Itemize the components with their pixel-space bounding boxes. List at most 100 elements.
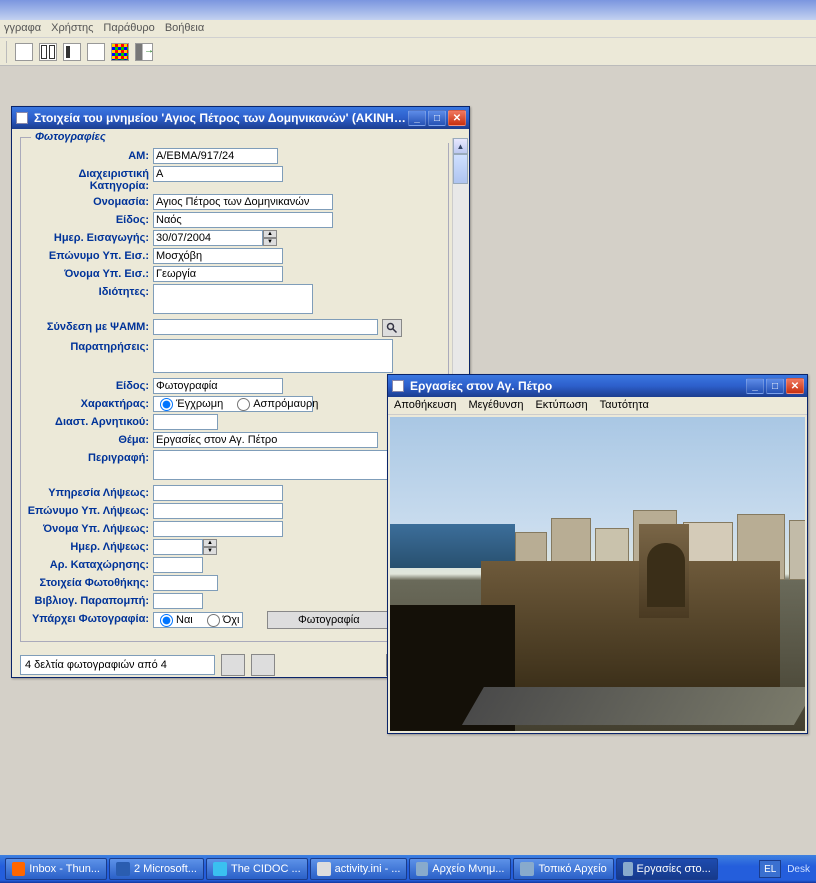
toolbar-color-grid-icon[interactable]: [111, 43, 129, 61]
radio-yes[interactable]: Ναι: [160, 614, 193, 627]
toolbar-exit-icon[interactable]: [135, 43, 153, 61]
close-button[interactable]: ✕: [448, 110, 466, 126]
radio-yes-input[interactable]: [160, 614, 173, 627]
radio-bw-input[interactable]: [237, 398, 250, 411]
menu-item[interactable]: Παράθυρο: [103, 22, 154, 35]
notes-field[interactable]: [153, 339, 393, 373]
toolbar-view-single-icon[interactable]: [15, 43, 33, 61]
language-indicator[interactable]: EL: [759, 860, 781, 878]
mdi-desktop: Στοιχεία του μνημείου 'Αγιος Πέτρος των …: [0, 66, 816, 855]
label-subject: Θέμα:: [25, 432, 153, 446]
taskbar-item[interactable]: activity.ini - ...: [310, 858, 408, 880]
date-in-field[interactable]: [153, 230, 263, 246]
menu-item[interactable]: Χρήστης: [51, 22, 93, 35]
label-date-in: Ημερ. Εισαγωγής:: [25, 230, 153, 244]
menu-item[interactable]: Βοήθεια: [165, 22, 204, 35]
viewer-titlebar[interactable]: Εργασίες στον Αγ. Πέτρο _ □ ✕: [388, 375, 807, 397]
nav-next-button[interactable]: [251, 654, 275, 676]
type1-field[interactable]: [153, 212, 333, 228]
minimize-button[interactable]: _: [746, 378, 764, 394]
name-field[interactable]: [153, 194, 333, 210]
label-photolib: Στοιχεία Φωτοθήκης:: [25, 575, 153, 589]
label-name: Ονομασία:: [25, 194, 153, 208]
surname-shot-field[interactable]: [153, 503, 283, 519]
taskbar-item-label: activity.ini - ...: [335, 863, 401, 875]
taskbar-item-label: 2 Microsoft...: [134, 863, 197, 875]
label-firstname-shot: Όνομα Υπ. Λήψεως:: [25, 521, 153, 535]
taskbar-item[interactable]: Αρχείο Μνημ...: [409, 858, 511, 880]
radio-bw[interactable]: Ασπρόμαυρη: [237, 398, 318, 411]
record-status-field: [20, 655, 215, 675]
firstname-shot-field[interactable]: [153, 521, 283, 537]
word-icon: [116, 862, 130, 876]
description-field[interactable]: [153, 450, 393, 480]
scroll-thumb[interactable]: [453, 154, 468, 184]
radio-color-label: Έγχρωμη: [176, 398, 223, 410]
regno-field[interactable]: [153, 557, 203, 573]
radio-no-input[interactable]: [207, 614, 220, 627]
label-type2: Είδος:: [25, 378, 153, 392]
taskbar-item[interactable]: Inbox - Thun...: [5, 858, 107, 880]
toolbar-view-list-icon[interactable]: [63, 43, 81, 61]
subject-field[interactable]: [153, 432, 378, 448]
photo-road: [462, 687, 805, 725]
psamm-field[interactable]: [153, 319, 378, 335]
viewer-menu-print[interactable]: Εκτύπωση: [535, 399, 587, 412]
photolib-field[interactable]: [153, 575, 218, 591]
service-field[interactable]: [153, 485, 283, 501]
date-shot-field[interactable]: [153, 539, 203, 555]
label-date-shot: Ημερ. Λήψεως:: [25, 539, 153, 553]
app-window-icon: [520, 862, 534, 876]
close-button[interactable]: ✕: [786, 378, 804, 394]
toolbar-view-form-icon[interactable]: [87, 43, 105, 61]
type2-field[interactable]: [153, 378, 283, 394]
radio-no-label: Όχι: [223, 614, 240, 626]
viewer-menu-save[interactable]: Αποθήκευση: [394, 399, 456, 412]
negative-dim-field[interactable]: [153, 414, 218, 430]
radio-color-input[interactable]: [160, 398, 173, 411]
owners-field[interactable]: [153, 284, 313, 314]
viewer-menu-zoom[interactable]: Μεγέθυνση: [468, 399, 523, 412]
scroll-up-arrow-icon[interactable]: ▲: [453, 138, 468, 154]
magnifier-icon: [386, 322, 398, 334]
maximize-button[interactable]: □: [428, 110, 446, 126]
label-description: Περιγραφή:: [25, 450, 153, 464]
label-firstname-in: Όνομα Υπ. Εισ.:: [25, 266, 153, 280]
taskbar-item[interactable]: The CIDOC ...: [206, 858, 308, 880]
window-icon: [16, 112, 28, 124]
radio-color[interactable]: Έγχρωμη: [160, 398, 223, 411]
taskbar-item[interactable]: Τοπικό Αρχείο: [513, 858, 613, 880]
record-window-titlebar[interactable]: Στοιχεία του μνημείου 'Αγιος Πέτρος των …: [12, 107, 469, 129]
photographs-fieldset: Φωτογραφίες ΑΜ: Διαχειριστική Κατηγορία:…: [20, 137, 449, 642]
radio-yes-label: Ναι: [176, 614, 193, 626]
maximize-button[interactable]: □: [766, 378, 784, 394]
window-title: Στοιχεία του μνημείου 'Αγιος Πέτρος των …: [34, 111, 408, 125]
biblio-field[interactable]: [153, 593, 203, 609]
label-surname-in: Επώνυμο Υπ. Εισ.:: [25, 248, 153, 262]
system-tray: EL Desk: [755, 855, 814, 883]
app-window-icon: [416, 862, 428, 876]
taskbar-item-label: Τοπικό Αρχείο: [538, 863, 606, 875]
psamm-lookup-button[interactable]: [382, 319, 402, 337]
photo-ruin-wall: [481, 561, 780, 693]
label-category: Διαχειριστική Κατηγορία:: [25, 166, 153, 192]
taskbar-item[interactable]: 2 Microsoft...: [109, 858, 204, 880]
minimize-button[interactable]: _: [408, 110, 426, 126]
label-regno: Αρ. Καταχώρησης:: [25, 557, 153, 571]
firstname-in-field[interactable]: [153, 266, 283, 282]
show-desktop[interactable]: Desk: [787, 864, 810, 875]
taskbar-item-active[interactable]: Εργασίες στο...: [616, 858, 718, 880]
surname-in-field[interactable]: [153, 248, 283, 264]
label-am: ΑΜ:: [25, 148, 153, 162]
date-spinner[interactable]: ▲▼: [263, 230, 277, 246]
radio-no[interactable]: Όχι: [207, 614, 240, 627]
am-field[interactable]: [153, 148, 278, 164]
viewer-menu-identity[interactable]: Ταυτότητα: [600, 399, 649, 412]
category-field[interactable]: [153, 166, 283, 182]
menu-item[interactable]: γγραφα: [4, 22, 41, 35]
date-shot-spinner[interactable]: ▲▼: [203, 539, 217, 555]
open-photo-button[interactable]: Φωτογραφία: [267, 611, 391, 629]
toolbar-view-split-icon[interactable]: [39, 43, 57, 61]
label-has-photo: Υπάρχει Φωτογραφία:: [25, 611, 153, 625]
nav-prev-button[interactable]: [221, 654, 245, 676]
